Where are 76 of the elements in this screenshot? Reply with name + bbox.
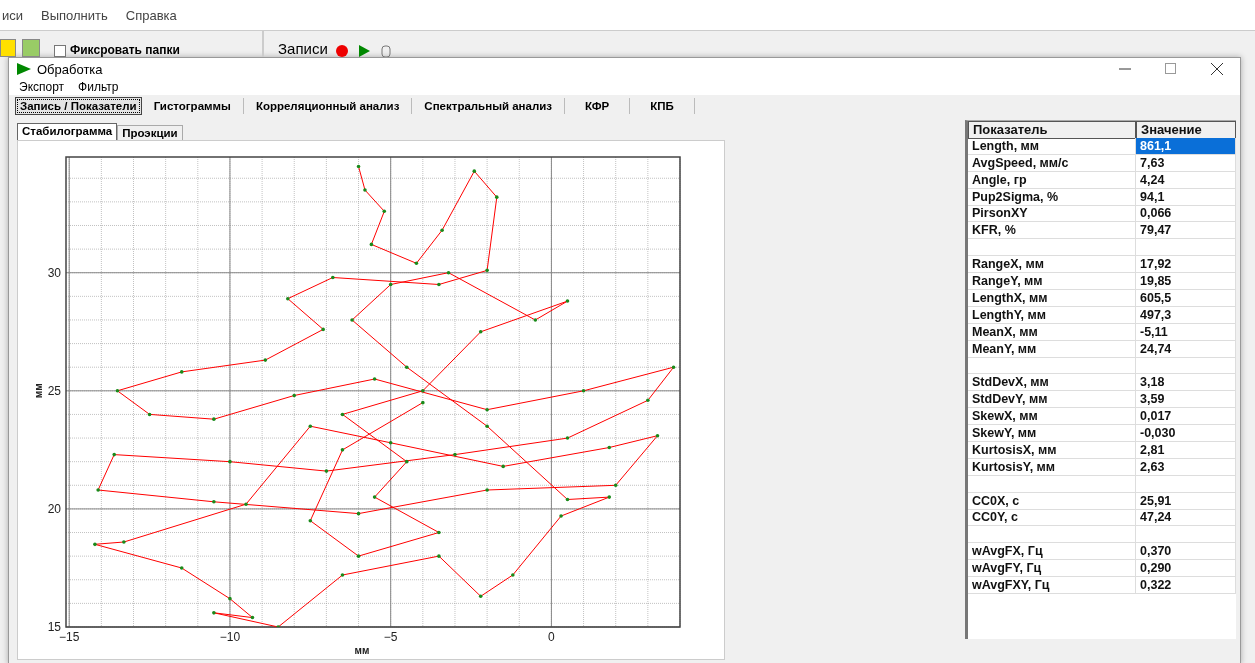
table-cell: RangeX, мм (968, 256, 1136, 274)
menu-item[interactable]: Выполнить (39, 7, 110, 23)
table-cell[interactable]: 4,24 (1136, 171, 1236, 189)
table-cell: LengthY, мм (968, 306, 1136, 324)
table-cell: MeanX, мм (968, 323, 1136, 341)
table-cell[interactable]: -0,030 (1136, 425, 1236, 443)
axis-tick-label: 0 (548, 630, 555, 644)
tab[interactable]: Запись / Показатели (15, 97, 142, 115)
table-cell: KFR, % (968, 222, 1136, 240)
menu-item[interactable]: Фильтр (78, 80, 119, 95)
tab[interactable]: КФР (565, 98, 631, 114)
table-cell: StdDevY, мм (968, 391, 1136, 409)
table-cell: SkewY, мм (968, 425, 1136, 443)
table-cell: CC0Y, с (968, 509, 1136, 527)
table-cell: KurtosisX, мм (968, 441, 1136, 459)
table-cell: CC0X, с (968, 492, 1136, 510)
table-cell[interactable]: 79,47 (1136, 222, 1236, 240)
tab[interactable]: Корреляционный анализ (243, 98, 413, 114)
table-cell: AvgSpeed, мм/с (968, 154, 1136, 172)
axis-tick-label: −5 (383, 630, 398, 644)
table-cell: LengthX, мм (968, 289, 1136, 307)
menu-item[interactable]: Экспорт (19, 80, 65, 95)
table-cell[interactable]: 19,85 (1136, 273, 1236, 290)
table-cell[interactable]: 7,63 (1136, 154, 1236, 172)
table-cell[interactable]: 0,017 (1136, 408, 1236, 426)
table-cell: StdDevX, мм (968, 374, 1136, 392)
table-cell: Length, мм (968, 137, 1136, 155)
close-icon[interactable] (1211, 63, 1223, 75)
menu-item[interactable]: иси (0, 7, 26, 23)
axis-tick-label: −10 (219, 630, 241, 644)
table-cell[interactable]: -5,11 (1136, 323, 1236, 341)
table-cell: Angle, гр (968, 171, 1136, 189)
table-cell[interactable]: 3,18 (1136, 374, 1236, 392)
axis-tick-label: 20 (47, 501, 61, 516)
table-cell[interactable]: 3,59 (1136, 391, 1236, 409)
table-cell[interactable]: 47,24 (1136, 509, 1236, 527)
column-header[interactable]: Показатель (968, 121, 1136, 139)
table-cell[interactable]: 497,3 (1136, 306, 1236, 324)
table-cell[interactable]: 2,63 (1136, 458, 1236, 476)
table-cell[interactable]: 2,81 (1136, 441, 1236, 459)
checkbox[interactable] (54, 45, 66, 57)
table-cell: KurtosisY, мм (968, 458, 1136, 476)
tab[interactable]: Стабилограмма (17, 123, 118, 140)
table-cell[interactable]: 24,74 (1136, 340, 1236, 358)
table-cell[interactable]: 0,290 (1136, 560, 1236, 578)
axis-tick-label: 25 (47, 383, 61, 398)
table-cell: RangeY, мм (968, 273, 1136, 290)
window-title: Обработка (37, 61, 104, 77)
table-cell: MeanY, мм (968, 340, 1136, 358)
table-cell: PirsonXY (968, 205, 1136, 223)
table-cell[interactable]: 0,322 (1136, 577, 1236, 595)
table-cell[interactable]: 0,370 (1136, 543, 1236, 561)
checkbox-label: Фиксровать папки (70, 43, 180, 57)
table-cell[interactable]: 17,92 (1136, 256, 1236, 274)
table-cell: Pup2Sigma, % (968, 188, 1136, 206)
tab[interactable]: КПБ (630, 98, 696, 114)
table-cell: wAvgFY, Гц (968, 560, 1136, 578)
table-cell[interactable]: 605,5 (1136, 289, 1236, 307)
axis-tick-label: 15 (47, 620, 61, 634)
menu-item[interactable]: Справка (123, 7, 179, 23)
axis-title: мм (33, 383, 44, 399)
play-icon (17, 63, 31, 75)
axis-title: мм (354, 645, 370, 656)
table-cell[interactable]: 25,91 (1136, 492, 1236, 510)
table-cell[interactable]: 94,1 (1136, 188, 1236, 206)
tab[interactable]: Спектральный анализ (412, 98, 566, 114)
table-cell: wAvgFX, Гц (968, 543, 1136, 561)
table-cell: wAvgFXY, Гц (968, 577, 1136, 595)
axis-tick-label: 30 (47, 265, 61, 280)
axis-tick-label: −15 (59, 630, 80, 644)
tab[interactable]: Гистограммы (141, 98, 244, 114)
records-label: Записи (278, 40, 328, 57)
table-cell[interactable]: 0,066 (1136, 205, 1236, 223)
column-header[interactable]: Значение (1136, 121, 1236, 139)
table-cell: SkewX, мм (968, 408, 1136, 426)
maximize-icon[interactable] (1165, 63, 1177, 75)
